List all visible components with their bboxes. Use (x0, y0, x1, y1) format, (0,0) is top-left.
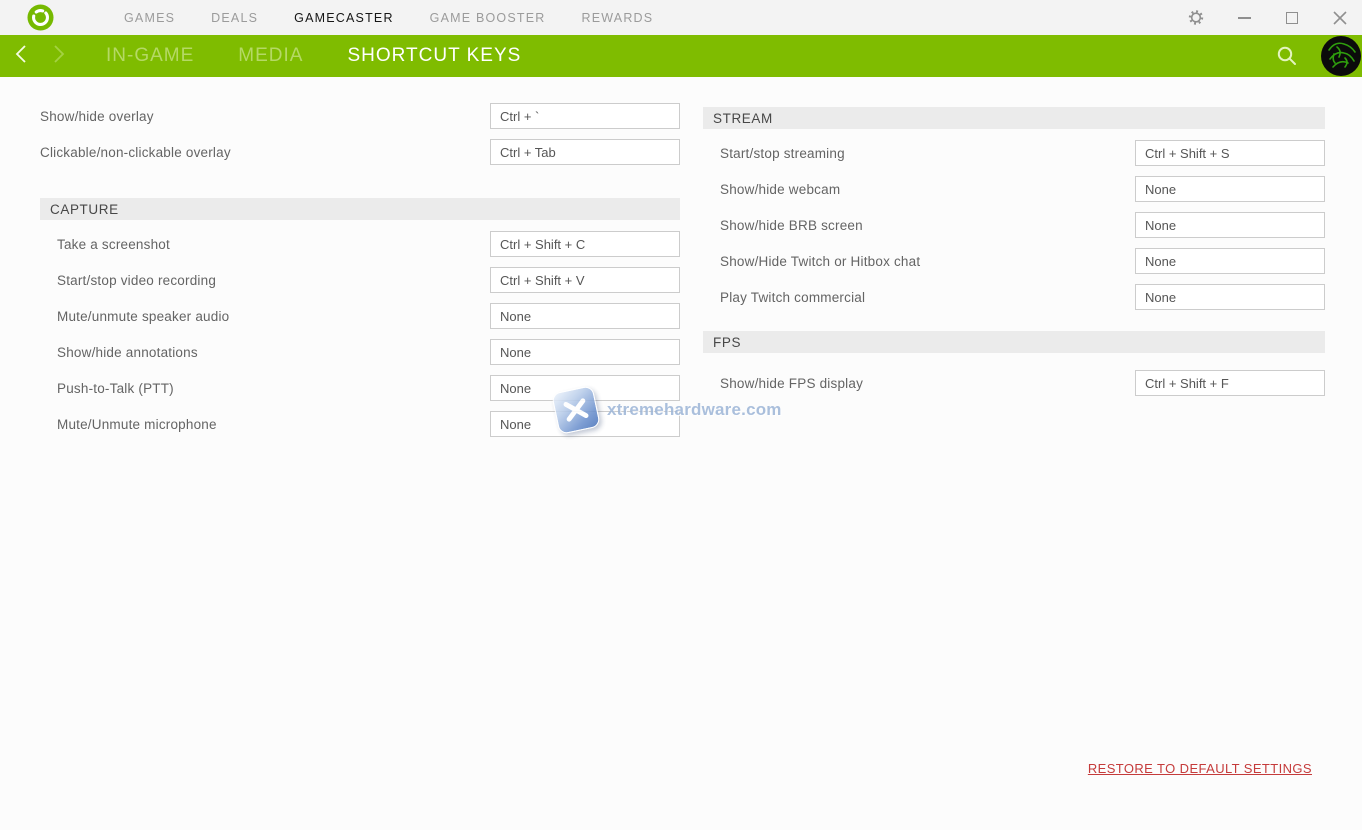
shortcut-label: Show/hide overlay (40, 109, 154, 124)
shortcut-label: Show/hide annotations (40, 345, 198, 360)
shortcut-label: Show/hide webcam (703, 182, 840, 197)
shortcut-label: Show/hide BRB screen (703, 218, 863, 233)
hotkey-input-take-screenshot[interactable] (490, 231, 680, 257)
hotkey-input-mute-speaker[interactable] (490, 303, 680, 329)
hotkey-input-annotations[interactable] (490, 339, 680, 365)
shortcut-label: Clickable/non-clickable overlay (40, 145, 231, 160)
hotkey-input-webcam[interactable] (1135, 176, 1325, 202)
main-nav-tabs: GAMES DEALS GAMECASTER GAME BOOSTER REWA… (124, 11, 653, 25)
gear-icon[interactable] (1188, 10, 1204, 26)
shortcut-label: Start/stop streaming (703, 146, 845, 161)
section-header-fps: FPS (703, 331, 1325, 353)
tab-games[interactable]: GAMES (124, 11, 175, 25)
chevron-left-icon[interactable] (14, 43, 28, 70)
shortcut-row: Show/Hide Twitch or Hitbox chat (703, 248, 1325, 274)
top-window-bar: GAMES DEALS GAMECASTER GAME BOOSTER REWA… (0, 0, 1362, 35)
shortcut-row: Push-to-Talk (PTT) (40, 375, 680, 401)
shortcut-label: Show/hide FPS display (703, 376, 863, 391)
hotkey-input-twitch-commercial[interactable] (1135, 284, 1325, 310)
section-header-stream: STREAM (703, 107, 1325, 129)
shortcut-keys-panel: Show/hide overlay Clickable/non-clickabl… (0, 77, 1362, 830)
shortcut-row: Clickable/non-clickable overlay (40, 139, 680, 165)
restore-defaults-link[interactable]: RESTORE TO DEFAULT SETTINGS (1088, 761, 1312, 776)
tab-rewards[interactable]: REWARDS (581, 11, 653, 25)
shortcut-row: Show/hide overlay (40, 103, 680, 129)
shortcut-row: Play Twitch commercial (703, 284, 1325, 310)
hotkey-input-push-to-talk[interactable] (490, 375, 680, 401)
search-icon[interactable] (1276, 45, 1298, 72)
shortcut-label: Mute/Unmute microphone (40, 417, 217, 432)
shortcut-label: Start/stop video recording (40, 273, 216, 288)
shortcut-row: Show/hide webcam (703, 176, 1325, 202)
shortcut-label: Play Twitch commercial (703, 290, 865, 305)
section-title: FPS (713, 335, 741, 350)
minimize-icon[interactable] (1236, 10, 1252, 26)
shortcut-label: Show/Hide Twitch or Hitbox chat (703, 254, 920, 269)
hotkey-input-twitch-chat[interactable] (1135, 248, 1325, 274)
shortcut-label: Mute/unmute speaker audio (40, 309, 229, 324)
shortcut-row: Take a screenshot (40, 231, 680, 257)
window-controls (1188, 0, 1348, 35)
hotkey-input-clickable-overlay[interactable] (490, 139, 680, 165)
shortcut-label: Push-to-Talk (PTT) (40, 381, 174, 396)
hotkey-input-streaming[interactable] (1135, 140, 1325, 166)
close-icon[interactable] (1332, 10, 1348, 26)
subnav-tabs: IN-GAME MEDIA SHORTCUT KEYS (106, 45, 521, 67)
shortcut-row: Show/hide annotations (40, 339, 680, 365)
chevron-right-icon[interactable] (52, 43, 66, 70)
shortcut-row: Show/hide FPS display (703, 370, 1325, 396)
section-title: STREAM (713, 111, 773, 126)
hotkey-input-fps-display[interactable] (1135, 370, 1325, 396)
razer-cortex-logo-icon[interactable] (27, 4, 54, 31)
section-header-capture: CAPTURE (40, 198, 680, 220)
gamecaster-avatar[interactable] (1321, 36, 1361, 76)
gamecaster-subnav: IN-GAME MEDIA SHORTCUT KEYS (0, 35, 1362, 77)
shortcut-row: Start/stop video recording (40, 267, 680, 293)
tab-deals[interactable]: DEALS (211, 11, 258, 25)
shortcut-row: Mute/Unmute microphone (40, 411, 680, 437)
shortcut-row: Start/stop streaming (703, 140, 1325, 166)
shortcut-label: Take a screenshot (40, 237, 170, 252)
shortcut-row: Mute/unmute speaker audio (40, 303, 680, 329)
hotkey-input-mute-microphone[interactable] (490, 411, 680, 437)
tab-shortcut-keys[interactable]: SHORTCUT KEYS (347, 45, 521, 67)
tab-gamecaster[interactable]: GAMECASTER (294, 11, 394, 25)
tab-in-game[interactable]: IN-GAME (106, 45, 194, 67)
hotkey-input-video-recording[interactable] (490, 267, 680, 293)
tab-media[interactable]: MEDIA (238, 45, 303, 67)
shortcut-row: Show/hide BRB screen (703, 212, 1325, 238)
hotkey-input-show-hide-overlay[interactable] (490, 103, 680, 129)
hotkey-input-brb-screen[interactable] (1135, 212, 1325, 238)
tab-game-booster[interactable]: GAME BOOSTER (430, 11, 546, 25)
section-title: CAPTURE (50, 202, 119, 217)
maximize-icon[interactable] (1284, 10, 1300, 26)
